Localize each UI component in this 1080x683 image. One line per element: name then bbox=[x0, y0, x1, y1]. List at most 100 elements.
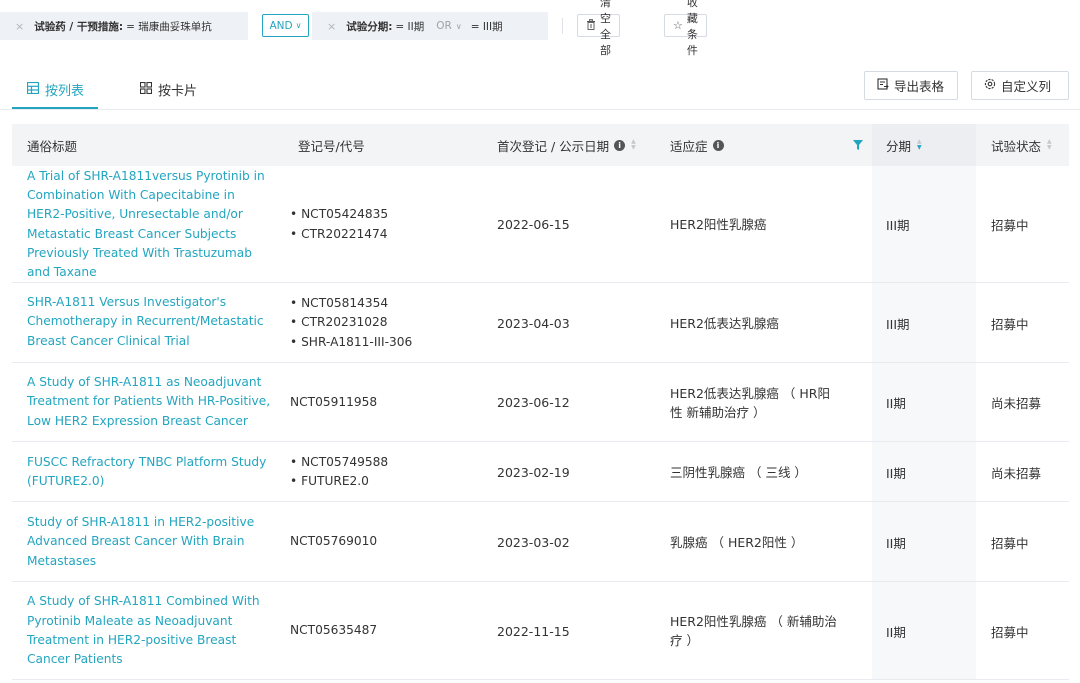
indication: 乳腺癌 （ HER2阳性 ） bbox=[670, 534, 804, 550]
tab-list-view[interactable]: 按列表 bbox=[26, 80, 85, 99]
export-table-button[interactable]: 导出表格 bbox=[864, 71, 958, 100]
registration-list: • NCT05814354 • CTR20231028 • SHR-A1811-… bbox=[290, 283, 470, 363]
logic-operator-label: AND bbox=[269, 19, 293, 32]
first-date: 2023-04-03 bbox=[497, 315, 570, 331]
column-indication-label: 适应症 bbox=[670, 138, 708, 154]
column-status-label: 试验状态 bbox=[991, 138, 1042, 154]
trial-title-link[interactable]: A Study of SHR-A1811 as Neoadjuvant Trea… bbox=[27, 372, 272, 432]
favorite-label: 收藏条件 bbox=[686, 0, 698, 57]
divider bbox=[562, 18, 563, 34]
gear-icon bbox=[984, 78, 996, 93]
trial-title-link[interactable]: Study of SHR-A1811 in HER2-positive Adva… bbox=[27, 512, 272, 572]
phase: II期 bbox=[886, 624, 906, 640]
registration-list: NCT05911958 bbox=[290, 363, 470, 442]
info-icon[interactable]: i bbox=[614, 139, 626, 151]
column-header-phase[interactable]: 分期 ▲ ▼ bbox=[886, 124, 922, 166]
indication: HER2阳性乳腺癌 （ 新辅助治疗 ） bbox=[670, 614, 837, 648]
indication: HER2阳性乳腺癌 bbox=[670, 217, 767, 232]
filter-key: 试验药 / 干预措施: bbox=[34, 20, 124, 33]
export-label: 导出表格 bbox=[894, 79, 945, 94]
remove-filter-icon[interactable]: × bbox=[327, 20, 336, 33]
indication: 三阴性乳腺癌 （ 三线 ） bbox=[670, 464, 807, 480]
filter-chip-drug[interactable]: × 试验药 / 干预措施: = 瑞康曲妥珠单抗 bbox=[0, 12, 248, 40]
table-row[interactable]: Study of SHR-A1811 in HER2-positive Adva… bbox=[12, 502, 1069, 582]
favorite-conditions-button[interactable]: ☆ 收藏条件 bbox=[664, 0, 707, 57]
first-date: 2023-03-02 bbox=[497, 534, 570, 550]
trial-title-link[interactable]: FUSCC Refractory TNBC Platform Study (FU… bbox=[27, 452, 272, 492]
registration-id: • SHR-A1811-III-306 bbox=[290, 334, 413, 349]
column-header-first-date[interactable]: 首次登记 / 公示日期 i ▲ ▼ bbox=[497, 124, 636, 166]
filter-value: = III期 bbox=[470, 20, 503, 33]
phase: III期 bbox=[886, 316, 910, 332]
table-icon bbox=[26, 81, 40, 97]
registration-list: NCT05769010 bbox=[290, 502, 470, 582]
phase: II期 bbox=[886, 465, 906, 481]
indication: HER2低表达乳腺癌 bbox=[670, 315, 779, 331]
column-header-registration: 登记号/代号 bbox=[298, 124, 365, 166]
chevron-down-icon: ∨ bbox=[455, 22, 462, 31]
or-operator-label: OR bbox=[436, 20, 452, 32]
customize-columns-button[interactable]: 自定义列 bbox=[971, 71, 1069, 100]
filter-value: = II期 bbox=[395, 20, 425, 33]
registration-id: NCT05769010 bbox=[290, 534, 378, 549]
registration-list: • NCT05424835 • CTR20221474 bbox=[290, 166, 470, 283]
table-row[interactable]: A Study of SHR-A1811 Combined With Pyrot… bbox=[12, 582, 1069, 680]
registration-id: NCT05635487 bbox=[290, 623, 378, 638]
registration-id: • NCT05814354 bbox=[290, 295, 389, 310]
trial-status: 招募中 bbox=[991, 624, 1029, 640]
trial-title-link[interactable]: A Study of SHR-A1811 Combined With Pyrot… bbox=[27, 592, 272, 670]
table-row[interactable]: FUSCC Refractory TNBC Platform Study (FU… bbox=[12, 442, 1069, 502]
tab-card-view[interactable]: 按卡片 bbox=[139, 80, 198, 99]
view-tabs: 按列表 按卡片 导出表格 自定义列 bbox=[0, 70, 1080, 110]
column-title-label: 通俗标题 bbox=[27, 138, 78, 154]
registration-id: • FUTURE2.0 bbox=[290, 474, 369, 488]
trial-title-link[interactable]: A Trial of SHR-A1811versus Pyrotinib in … bbox=[27, 169, 272, 279]
first-date: 2022-11-15 bbox=[497, 623, 570, 639]
table-row[interactable]: A Study of SHR-A1811 as Neoadjuvant Trea… bbox=[12, 363, 1069, 442]
first-date: 2023-02-19 bbox=[497, 464, 570, 480]
sort-icon[interactable]: ▲ ▼ bbox=[631, 139, 636, 151]
phase: II期 bbox=[886, 535, 906, 551]
customize-label: 自定义列 bbox=[1001, 79, 1052, 94]
phase: II期 bbox=[886, 396, 906, 411]
sort-icon[interactable]: ▲ ▼ bbox=[1047, 139, 1052, 151]
trial-title-link[interactable]: SHR-A1811 Versus Investigator's Chemothe… bbox=[27, 292, 272, 352]
clear-all-button[interactable]: 清空全部 bbox=[577, 0, 620, 57]
table-row[interactable]: SHR-A1811 Versus Investigator's Chemothe… bbox=[12, 283, 1069, 363]
info-icon[interactable]: i bbox=[712, 139, 724, 151]
registration-id: • NCT05424835 bbox=[290, 207, 389, 221]
trial-status: 招募中 bbox=[991, 218, 1029, 233]
grid-icon bbox=[139, 81, 153, 97]
column-header-status[interactable]: 试验状态 ▲ ▼ bbox=[991, 124, 1052, 166]
filter-icon[interactable] bbox=[852, 139, 864, 151]
or-operator-select[interactable]: OR ∨ bbox=[436, 20, 461, 32]
registration-id: NCT05911958 bbox=[290, 394, 378, 409]
sort-icon[interactable]: ▲ ▼ bbox=[917, 139, 922, 151]
registration-list: • NCT05749588 • FUTURE2.0 bbox=[290, 442, 470, 502]
star-icon: ☆ bbox=[673, 19, 683, 32]
trials-table: 通俗标题 登记号/代号 首次登记 / 公示日期 i ▲ ▼ 适应症 i 分期 ▲ ▼… bbox=[12, 124, 1069, 680]
registration-id: • NCT05749588 bbox=[290, 454, 389, 469]
first-date: 2022-06-15 bbox=[497, 217, 570, 232]
phase: III期 bbox=[886, 218, 910, 233]
table-row[interactable]: A Trial of SHR-A1811versus Pyrotinib in … bbox=[12, 166, 1069, 283]
column-header-indication: 适应症 i bbox=[670, 124, 724, 166]
column-date-label: 首次登记 / 公示日期 bbox=[497, 138, 610, 154]
tab-card-label: 按卡片 bbox=[158, 84, 198, 99]
column-registration-label: 登记号/代号 bbox=[298, 138, 365, 154]
column-header-title: 通俗标题 bbox=[27, 124, 77, 166]
tab-list-label: 按列表 bbox=[45, 84, 85, 99]
clear-all-label: 清空全部 bbox=[600, 0, 611, 57]
chevron-down-icon: ∨ bbox=[295, 21, 302, 30]
logic-operator-select[interactable]: AND ∨ bbox=[262, 14, 309, 37]
first-date: 2023-06-12 bbox=[497, 395, 570, 410]
trial-status: 尚未招募 bbox=[991, 465, 1042, 481]
column-phase-label: 分期 bbox=[886, 138, 912, 154]
registration-id: • CTR20221474 bbox=[290, 226, 388, 241]
filter-value: = 瑞康曲妥珠单抗 bbox=[126, 20, 212, 33]
remove-filter-icon[interactable]: × bbox=[15, 20, 24, 33]
registration-list: NCT05635487 bbox=[290, 582, 470, 680]
filter-chip-phase[interactable]: × 试验分期: = II期 OR ∨ = III期 bbox=[312, 12, 548, 40]
registration-id: • CTR20231028 bbox=[290, 315, 388, 330]
trial-status: 招募中 bbox=[991, 535, 1029, 551]
